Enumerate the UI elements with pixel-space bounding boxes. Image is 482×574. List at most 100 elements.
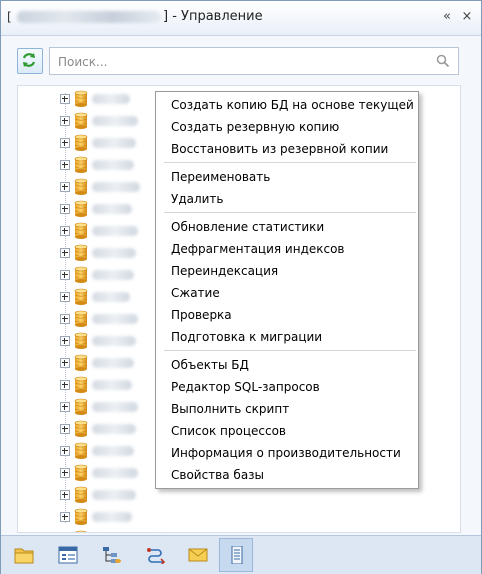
menu-item[interactable]: Редактор SQL-запросов [156,376,418,398]
folder-button[interactable] [7,539,39,571]
menu-item[interactable]: Переименовать [156,166,418,188]
menu-item-label: Объекты БД [171,358,249,372]
window-list-icon [58,546,78,564]
menu-item[interactable]: Подготовка к миграции [156,326,418,348]
window-list-button[interactable] [51,539,83,571]
menu-item[interactable]: Переиндексация [156,260,418,282]
search-input[interactable] [56,52,430,72]
blurred-database-name [92,292,130,302]
menu-item-label: Удалить [171,192,224,206]
workflow-button[interactable] [139,539,171,571]
menu-item[interactable]: Сжатие [156,282,418,304]
expand-plus-icon[interactable] [60,94,70,104]
menu-separator [164,162,416,163]
blurred-database-name [92,160,134,170]
mail-button[interactable] [181,539,213,571]
database-icon [73,464,89,485]
menu-item-label: Информация о производительности [171,446,401,460]
expand-plus-icon[interactable] [60,446,70,456]
tree-node-database[interactable] [18,528,318,532]
refresh-icon [22,53,36,67]
expand-plus-icon[interactable] [60,336,70,346]
menu-item-label: Создать копию БД на основе текущей [171,98,414,112]
menu-item[interactable]: Создать резервную копию [156,116,418,138]
database-icon [73,332,89,353]
database-context-menu: Создать копию БД на основе текущей Создат… [155,91,419,489]
tree-hierarchy-icon [103,547,121,563]
menu-item-label: Восстановить из резервной копии [171,142,389,156]
blurred-database-name [92,204,132,214]
expand-plus-icon[interactable] [60,204,70,214]
expand-plus-icon[interactable] [60,490,70,500]
database-icon [73,442,89,463]
menu-item[interactable]: Информация о производительности [156,442,418,464]
database-icon [73,178,89,199]
expand-plus-icon[interactable] [60,468,70,478]
expand-plus-icon[interactable] [60,160,70,170]
blurred-database-name [92,94,130,104]
menu-item-label: Свойства базы [171,468,265,482]
menu-item[interactable]: Обновление статистики [156,216,418,238]
title-prefix: [ [7,10,12,24]
database-icon [73,310,89,331]
search-field[interactable] [49,47,459,75]
menu-item[interactable]: Восстановить из резервной копии [156,138,418,160]
expand-plus-icon[interactable] [60,270,70,280]
expand-plus-icon[interactable] [60,424,70,434]
menu-item-label: Переименовать [171,170,271,184]
pin-panel-button[interactable]: « [439,9,455,25]
menu-item[interactable]: Выполнить скрипт [156,398,418,420]
menu-item-label: Обновление статистики [171,220,325,234]
title-bar: [ ] - Управление « × [1,1,481,36]
expand-plus-icon[interactable] [60,226,70,236]
blurred-database-name [92,138,136,148]
menu-item[interactable]: Свойства базы [156,464,418,486]
blurred-database-name [92,270,134,280]
close-panel-button[interactable]: × [459,9,475,25]
server-button[interactable] [219,538,253,572]
expand-plus-icon[interactable] [60,292,70,302]
menu-separator [164,350,416,351]
database-icon [73,134,89,155]
database-icon [73,200,89,221]
menu-item-label: Проверка [171,308,232,322]
blurred-database-name [92,314,138,324]
blurred-database-name [92,490,136,500]
mail-icon [188,548,208,562]
menu-item[interactable]: Объекты БД [156,354,418,376]
menu-item[interactable]: Создать копию БД на основе текущей [156,94,418,116]
blurred-database-name [92,336,136,346]
menu-item[interactable]: Список процессов [156,420,418,442]
expand-plus-icon[interactable] [60,402,70,412]
menu-item[interactable]: Дефрагментация индексов [156,238,418,260]
menu-item-label: Переиндексация [171,264,279,278]
menu-item-label: Список процессов [171,424,286,438]
expand-plus-icon[interactable] [60,138,70,148]
tree-node-database[interactable] [18,506,318,528]
database-icon [73,376,89,397]
blurred-database-name [92,446,134,456]
vertical-scrollbar[interactable]: ▲ ▼ [460,86,461,532]
database-icon [73,156,89,177]
expand-plus-icon[interactable] [60,380,70,390]
expand-plus-icon[interactable] [60,358,70,368]
database-icon [73,222,89,243]
menu-item[interactable]: Проверка [156,304,418,326]
menu-item[interactable]: Удалить [156,188,418,210]
expand-plus-icon[interactable] [60,512,70,522]
expand-plus-icon[interactable] [60,248,70,258]
database-icon [73,288,89,309]
search-icon[interactable] [436,54,450,68]
expand-plus-icon[interactable] [60,314,70,324]
database-icon [73,112,89,133]
expand-plus-icon[interactable] [60,116,70,126]
expand-plus-icon[interactable] [60,182,70,192]
menu-item-label: Сжатие [171,286,220,300]
database-icon [73,244,89,265]
database-icon [73,266,89,287]
database-icon [73,530,89,532]
tree-hierarchy-button[interactable] [95,539,127,571]
menu-item-label: Выполнить скрипт [171,402,290,416]
window-title: ] - Управление [163,9,263,24]
refresh-button[interactable] [17,48,43,74]
